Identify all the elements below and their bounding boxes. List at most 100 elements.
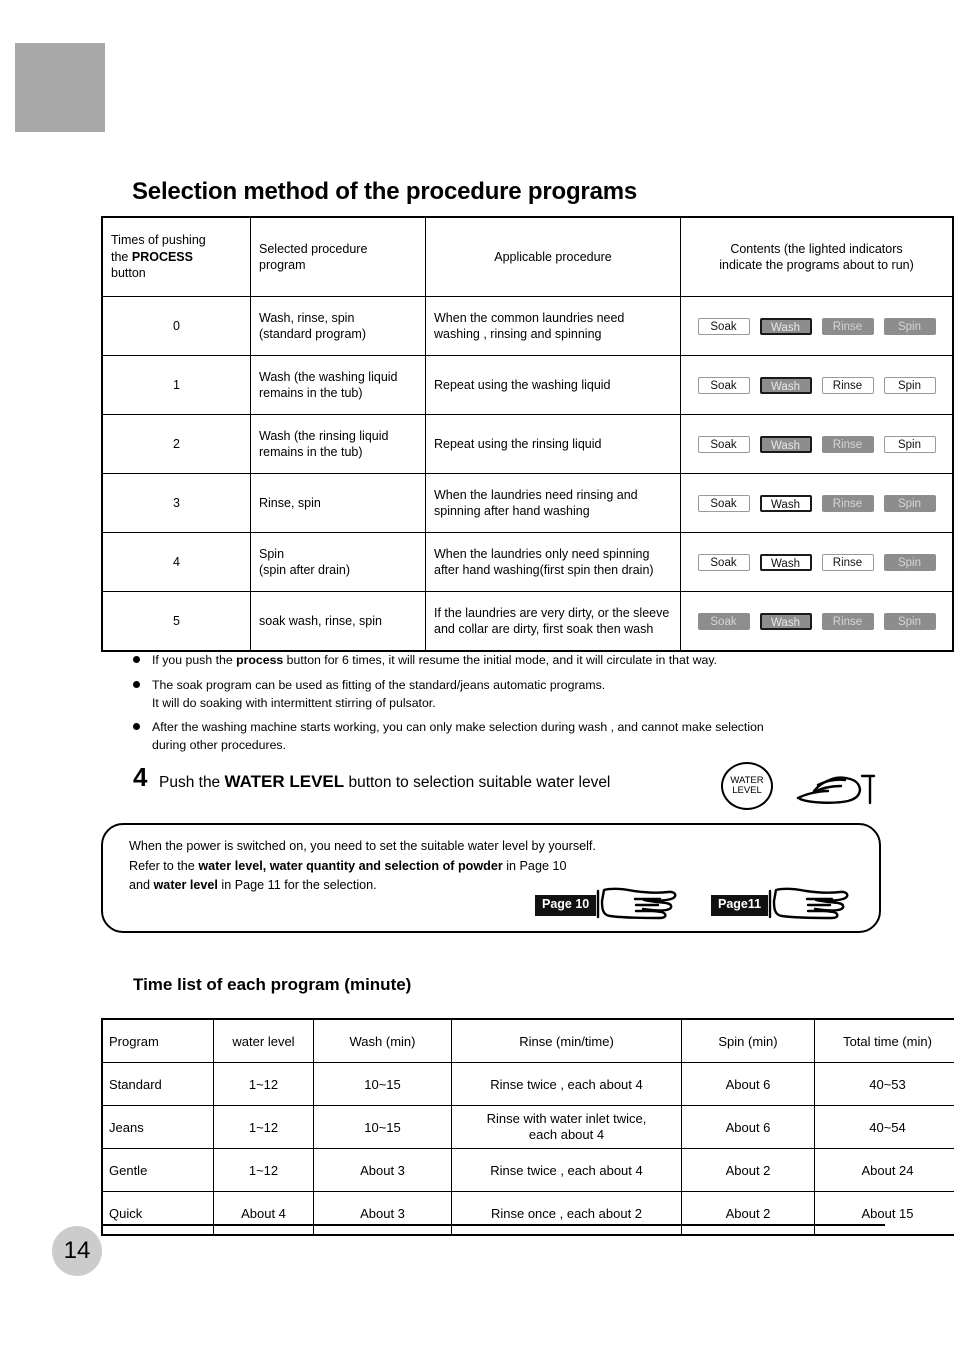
step-text-post: button to selection suitable water level — [344, 774, 611, 791]
bullet-text-pre: After the washing machine starts working… — [152, 720, 764, 735]
table-row: Standard 1~12 10~15 Rinse twice , each abou… — [101, 1062, 954, 1106]
indicator-badge-spin: Spin — [883, 553, 936, 571]
page-10-reference-tag[interactable]: Page 10 — [535, 885, 680, 926]
water-level-button-icon[interactable]: WATER LEVEL — [721, 762, 773, 810]
bullet-dot-icon — [133, 680, 140, 688]
cell-applicable-procedure: When the laundries only need spinning aft… — [425, 532, 681, 592]
bullet-item: If you push the process button for 6 tim… — [133, 652, 878, 670]
cell-times-count: 2 — [101, 414, 251, 474]
cell-selected-program: Spin (spin after drain) — [250, 532, 426, 592]
corner-gray-block — [15, 43, 105, 132]
cell-applicable-procedure: When the laundries need rinsing and spinn… — [425, 473, 681, 533]
note-line-2: Refer to the water level, water quantity… — [129, 857, 596, 877]
header-times-of-pushing: Times of pushing the PROCESS button — [101, 216, 251, 297]
time-cell-total: About 24 — [814, 1148, 954, 1192]
header-contents: Contents (the lighted indicators indicat… — [680, 216, 954, 297]
indicator-badge-soak: Soak — [697, 494, 750, 512]
time-cell-program: Quick — [101, 1191, 214, 1236]
water-level-keyword: WATER LEVEL — [224, 772, 345, 791]
indicator-badge-spin: Spin — [883, 612, 936, 630]
cell-selected-program: Rinse, spin — [250, 473, 426, 533]
table-row: Quick About 4 About 3 Rinse once , each abo… — [101, 1191, 954, 1236]
time-cell-water-level: 1~12 — [213, 1062, 314, 1106]
indicator-badge-wash: Wash — [759, 376, 812, 394]
table-row: 4 Spin (spin after drain) When the laundrie… — [101, 532, 954, 592]
header-times-line2: the PROCESS — [111, 249, 242, 266]
procedure-programs-table: Times of pushing the PROCESS button Sele… — [101, 216, 954, 652]
time-cell-water-level: 1~12 — [213, 1148, 314, 1192]
table-row: 1 Wash (the washing liquid remains in the … — [101, 355, 954, 415]
indicator-badge-rinse: Rinse — [821, 317, 874, 335]
indicator-badge-wash: Wash — [759, 435, 812, 453]
time-cell-spin: About 6 — [681, 1105, 815, 1149]
header-times-line3: button — [111, 266, 146, 281]
indicator-badge-soak: Soak — [697, 317, 750, 335]
bullet-text-pre: The soak program can be used as fitting … — [152, 677, 606, 692]
note-line3-strong: water level — [153, 878, 218, 893]
time-header-row: Program water level Wash (min) Rinse (min/t… — [101, 1018, 954, 1063]
bottom-rule — [101, 1224, 885, 1226]
cell-applicable-procedure: When the common laundries need washing , … — [425, 296, 681, 356]
indicator-badge-group: Soak Wash Rinse Spin — [689, 317, 944, 335]
note-line2-post: in Page 10 — [502, 858, 567, 873]
cell-applicable-procedure: Repeat using the washing liquid — [425, 355, 681, 415]
header-contents-line1: Contents (the lighted indicators — [730, 241, 903, 256]
cell-times-count: 5 — [101, 591, 251, 652]
indicator-badge-soak: Soak — [697, 435, 750, 453]
note-line3-pre: and — [129, 878, 154, 893]
table-row: 2 Wash (the rinsing liquid remains in the … — [101, 414, 954, 474]
table-header-row: Times of pushing the PROCESS button Sele… — [101, 216, 954, 297]
indicator-badge-rinse: Rinse — [821, 553, 874, 571]
header-selected-line1: Selected procedure — [259, 241, 368, 256]
header-applicable-procedure: Applicable procedure — [425, 216, 681, 297]
time-header-cell: Total time (min) — [814, 1018, 954, 1063]
time-list-table: Program water level Wash (min) Rinse (min/t… — [101, 1018, 954, 1236]
header-times-line2-pre: the — [111, 249, 132, 264]
time-cell-wash: 10~15 — [313, 1062, 452, 1106]
cell-indicators: Soak Wash Rinse Spin — [680, 473, 954, 533]
indicator-badge-group: Soak Wash Rinse Spin — [689, 612, 944, 630]
manual-page: Selection method of the procedure progra… — [0, 0, 954, 1350]
time-header-cell: Spin (min) — [681, 1018, 815, 1063]
note-line2-pre: Refer to the — [129, 858, 199, 873]
notes-bullet-list: If you push the process button for 6 tim… — [133, 652, 878, 762]
step-text-pre: Push the — [159, 774, 225, 791]
note-line-3: and water level in Page 11 for the selec… — [129, 876, 596, 896]
indicator-badge-spin: Spin — [883, 376, 936, 394]
time-table-rows: Standard 1~12 10~15 Rinse twice , each abou… — [101, 1062, 954, 1236]
pressing-hand-icon — [788, 772, 880, 813]
indicator-badge-wash: Wash — [759, 553, 812, 571]
bullet-dot-icon — [133, 723, 140, 731]
note-line3-post: in Page 11 for the selection. — [217, 878, 377, 893]
indicator-badge-soak: Soak — [697, 376, 750, 394]
step-4-block: 4 Push the WATER LEVEL button to selecti… — [133, 762, 893, 810]
header-times-line1: Times of pushing — [111, 233, 206, 248]
bullet-dot-icon — [133, 656, 140, 663]
time-list-title: Time list of each program (minute) — [133, 975, 412, 994]
time-header-cell: Rinse (min/time) — [451, 1018, 682, 1063]
time-cell-water-level: 1~12 — [213, 1105, 314, 1149]
table-row: Gentle 1~12 About 3 Rinse twice , each abou… — [101, 1148, 954, 1192]
page-10-label: Page 10 — [535, 895, 597, 916]
time-header-cell: water level — [213, 1018, 314, 1063]
cell-indicators: Soak Wash Rinse Spin — [680, 414, 954, 474]
indicator-badge-wash: Wash — [759, 612, 812, 630]
bullet-text-second-line: It will do soaking with intermittent sti… — [152, 695, 436, 710]
indicator-badge-group: Soak Wash Rinse Spin — [689, 494, 944, 512]
procedure-rows: 0 Wash, rinse, spin (standard program) When… — [101, 296, 954, 652]
time-cell-spin: About 6 — [681, 1062, 815, 1106]
time-cell-total: About 15 — [814, 1191, 954, 1236]
indicator-badge-wash: Wash — [759, 494, 812, 512]
indicator-badge-group: Soak Wash Rinse Spin — [689, 553, 944, 571]
table-row: 5 soak wash, rinse, spin If the laundries … — [101, 591, 954, 652]
cell-selected-program: Wash (the washing liquid remains in the t… — [250, 355, 426, 415]
indicator-badge-wash: Wash — [759, 317, 812, 335]
page-11-reference-tag[interactable]: Page11 — [711, 885, 852, 926]
cell-applicable-procedure: If the laundries are very dirty, or the … — [425, 591, 681, 652]
cell-indicators: Soak Wash Rinse Spin — [680, 532, 954, 592]
time-cell-wash: 10~15 — [313, 1105, 452, 1149]
bullet-keyword: process — [236, 653, 284, 667]
step-instruction: Push the WATER LEVEL button to selection… — [159, 772, 610, 792]
cell-selected-program: Wash (the rinsing liquid remains in the t… — [250, 414, 426, 474]
time-cell-rinse: Rinse twice , each about 4 — [451, 1062, 682, 1106]
